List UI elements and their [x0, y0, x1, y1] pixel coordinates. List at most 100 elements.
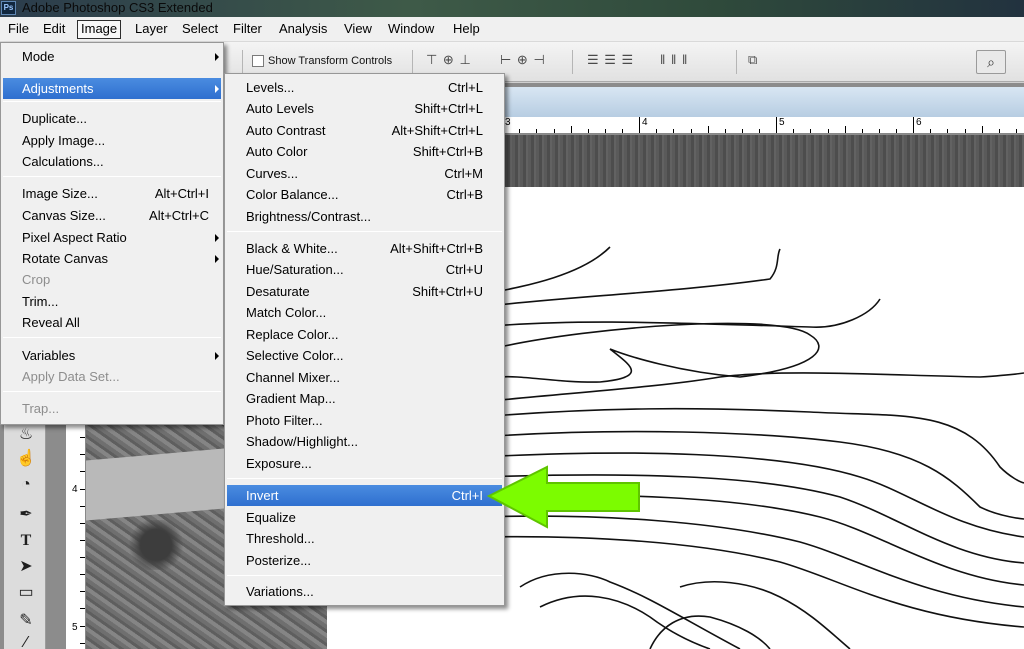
- ruler-label: 6: [916, 117, 922, 128]
- submenu-arrow-icon: [215, 352, 219, 360]
- menu-divider: [3, 101, 221, 102]
- ruler-minor-tick: [80, 591, 85, 592]
- paint-bucket-tool-icon[interactable]: ♨: [14, 424, 38, 446]
- image-menu-item-duplicate[interactable]: Duplicate...: [22, 109, 219, 129]
- adjust-item-brightness-contrast[interactable]: Brightness/Contrast...: [246, 207, 483, 227]
- adjust-item-replace-color[interactable]: Replace Color...: [246, 325, 483, 345]
- show-transform-controls-checkbox[interactable]: Show Transform Controls: [252, 53, 392, 69]
- menu-select[interactable]: Select: [178, 20, 222, 39]
- type-tool-icon[interactable]: T: [14, 530, 38, 552]
- path-selection-tool-icon[interactable]: ➤: [14, 556, 38, 578]
- image-menu-item-calculations[interactable]: Calculations...: [22, 152, 219, 172]
- ruler-label: 4: [642, 117, 648, 128]
- menu-help[interactable]: Help: [449, 20, 484, 39]
- ruler-minor-tick: [810, 129, 811, 133]
- adjust-item-curves[interactable]: Curves... Ctrl+M: [246, 164, 483, 184]
- adjust-item-exposure[interactable]: Exposure...: [246, 454, 483, 474]
- photoshop-logo-icon: Ps: [1, 1, 16, 15]
- align-centers-icons[interactable]: ⊢ ⊕ ⊣: [500, 52, 546, 72]
- ruler-minor-tick: [639, 126, 640, 133]
- image-menu-item-mode[interactable]: Mode: [22, 47, 219, 67]
- adjust-item-match-color[interactable]: Match Color...: [246, 303, 483, 323]
- distribute-horizontal-icons[interactable]: ‖ ‖ ‖: [660, 52, 688, 72]
- pen-tool-icon[interactable]: ✒: [14, 504, 38, 526]
- adjust-item-desaturate[interactable]: Desaturate Shift+Ctrl+U: [246, 282, 483, 302]
- image-menu-item-trap: Trap...: [22, 401, 60, 416]
- ruler-label: 3: [505, 117, 511, 128]
- adjust-item-threshold[interactable]: Threshold...: [246, 529, 483, 549]
- menu-view[interactable]: View: [340, 20, 376, 39]
- dodge-tool-icon[interactable]: ◔: [14, 474, 38, 496]
- ruler-minor-tick: [656, 129, 657, 133]
- adjust-item-gradient-map[interactable]: Gradient Map...: [246, 389, 483, 409]
- window-title: Adobe Photoshop CS3 Extended: [22, 0, 213, 15]
- ruler-minor-tick: [913, 126, 914, 133]
- ruler-minor-tick: [80, 523, 85, 524]
- ruler-minor-tick: [80, 489, 85, 490]
- image-menu: Mode Adjustments Duplicate... Apply Imag…: [0, 42, 224, 425]
- ruler-minor-tick: [80, 540, 85, 541]
- eyedropper-tool-icon[interactable]: ⁄: [14, 632, 38, 649]
- ruler-minor-tick: [588, 129, 589, 133]
- image-menu-item-image-size[interactable]: Image Size... Alt+Ctrl+I: [22, 184, 209, 204]
- image-menu-item-trim[interactable]: Trim...: [22, 292, 219, 312]
- ruler-minor-tick: [896, 129, 897, 133]
- menu-edit[interactable]: Edit: [39, 20, 69, 39]
- notes-tool-icon[interactable]: ✎: [14, 610, 38, 632]
- adjust-item-variations[interactable]: Variations...: [246, 582, 483, 602]
- separator: [736, 50, 737, 74]
- tool-preset-picker-icon[interactable]: ⌕: [976, 50, 1006, 74]
- adjust-item-hue-saturation[interactable]: Hue/Saturation... Ctrl+U: [246, 260, 483, 280]
- ruler-minor-tick: [1016, 129, 1017, 133]
- checkbox-box[interactable]: [252, 55, 264, 67]
- adjust-item-photo-filter[interactable]: Photo Filter...: [246, 411, 483, 431]
- image-menu-item-rotate-canvas[interactable]: Rotate Canvas: [22, 249, 219, 269]
- image-menu-item-canvas-size[interactable]: Canvas Size... Alt+Ctrl+C: [22, 206, 209, 226]
- smudge-tool-icon[interactable]: ☝: [14, 448, 38, 470]
- ruler-minor-tick: [80, 454, 85, 455]
- adjust-item-equalize[interactable]: Equalize: [246, 508, 483, 528]
- adjust-item-auto-contrast[interactable]: Auto Contrast Alt+Shift+Ctrl+L: [246, 121, 483, 141]
- adjust-item-black-white[interactable]: Black & White... Alt+Shift+Ctrl+B: [246, 239, 483, 259]
- adjust-item-channel-mixer[interactable]: Channel Mixer...: [246, 368, 483, 388]
- adjust-item-levels[interactable]: Levels... Ctrl+L: [246, 78, 483, 98]
- ruler-minor-tick: [519, 129, 520, 133]
- adjust-item-selective-color[interactable]: Selective Color...: [246, 346, 483, 366]
- ruler-minor-tick: [845, 126, 846, 133]
- ruler-minor-tick: [80, 574, 85, 575]
- adjust-item-invert[interactable]: Invert Ctrl+I: [246, 486, 483, 506]
- auto-align-layers-icon[interactable]: ⧉: [748, 52, 758, 72]
- ruler-minor-tick: [571, 126, 572, 133]
- ruler-minor-tick: [80, 626, 85, 627]
- adjust-item-shadow-highlight[interactable]: Shadow/Highlight...: [246, 432, 483, 452]
- rectangle-tool-icon[interactable]: ▭: [14, 582, 38, 604]
- ruler-minor-tick: [759, 129, 760, 133]
- distribute-vertical-icons[interactable]: ☰ ☰ ☰: [587, 52, 634, 72]
- menu-filter[interactable]: Filter: [229, 20, 266, 39]
- contour-canvas[interactable]: [480, 187, 1024, 649]
- document-title-bar[interactable]: [480, 87, 1024, 117]
- submenu-arrow-icon: [215, 234, 219, 242]
- menu-window[interactable]: Window: [384, 20, 438, 39]
- ruler-minor-tick: [828, 129, 829, 133]
- image-menu-item-pixel-aspect-ratio[interactable]: Pixel Aspect Ratio: [22, 228, 219, 248]
- image-menu-item-apply-image[interactable]: Apply Image...: [22, 131, 219, 151]
- adjust-item-posterize[interactable]: Posterize...: [246, 551, 483, 571]
- ruler-minor-tick: [691, 129, 692, 133]
- ruler-minor-tick: [879, 129, 880, 133]
- adjust-item-auto-levels[interactable]: Auto Levels Shift+Ctrl+L: [246, 99, 483, 119]
- menu-layer[interactable]: Layer: [131, 20, 172, 39]
- menu-analysis[interactable]: Analysis: [275, 20, 331, 39]
- image-menu-item-adjustments[interactable]: Adjustments: [22, 79, 219, 99]
- menu-file[interactable]: File: [4, 20, 33, 39]
- menu-image[interactable]: Image: [77, 20, 122, 39]
- image-menu-item-variables[interactable]: Variables: [22, 346, 219, 366]
- submenu-arrow-icon: [215, 85, 219, 93]
- contour-lines: [480, 246, 1024, 649]
- adjust-item-color-balance[interactable]: Color Balance... Ctrl+B: [246, 185, 483, 205]
- adjust-item-auto-color[interactable]: Auto Color Shift+Ctrl+B: [246, 142, 483, 162]
- image-menu-item-reveal-all[interactable]: Reveal All: [22, 313, 219, 333]
- align-edges-icons[interactable]: ⊤ ⊕ ⊥: [426, 52, 472, 72]
- submenu-arrow-icon: [215, 53, 219, 61]
- ruler-minor-tick: [80, 506, 85, 507]
